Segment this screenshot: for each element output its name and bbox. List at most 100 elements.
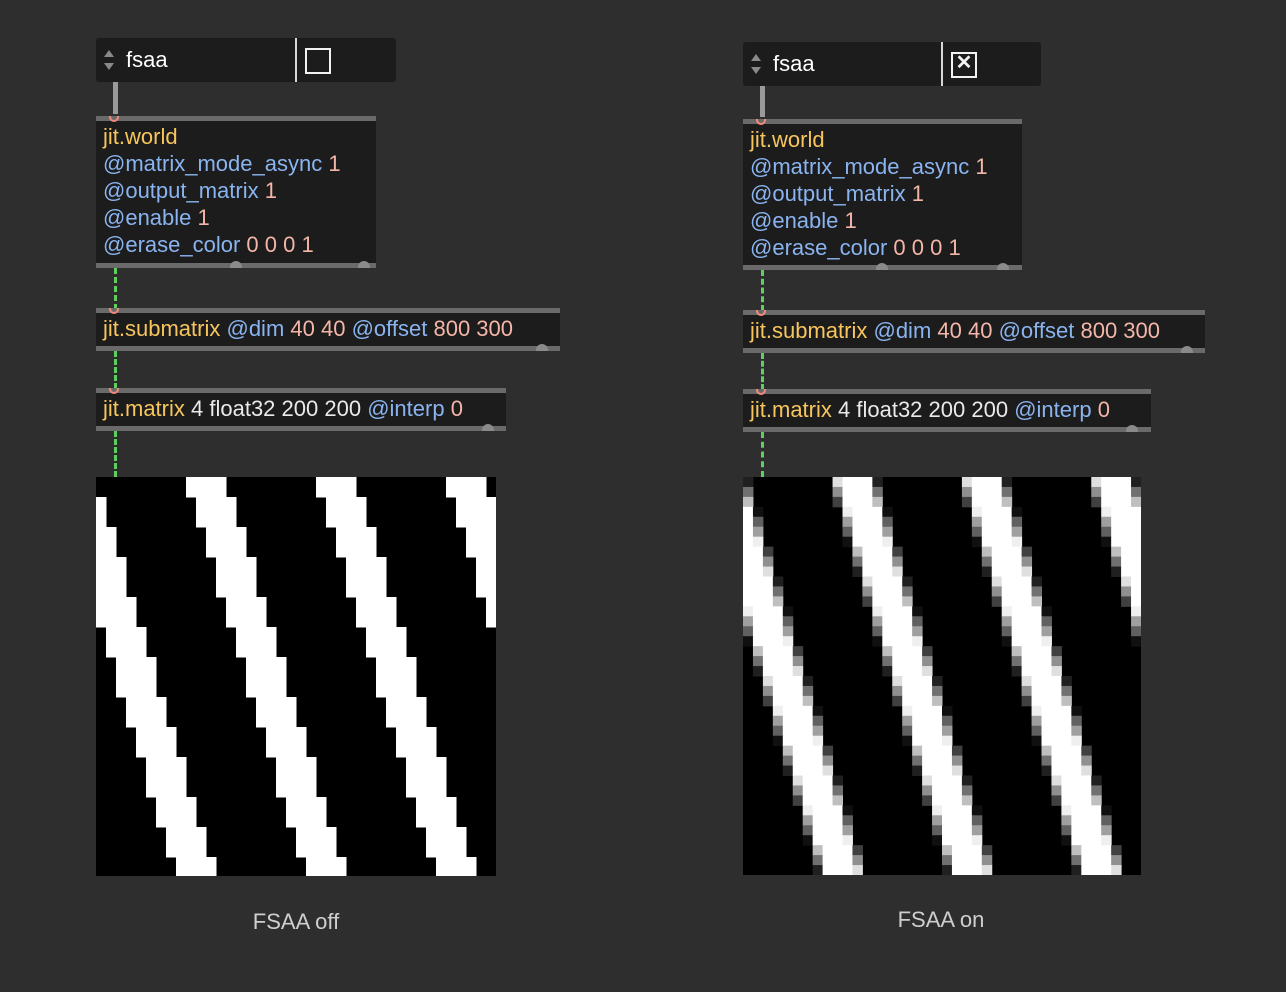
pixel-cell	[426, 847, 437, 858]
pixel-cell	[912, 636, 923, 647]
jit-matrix-object[interactable]: jit.matrix 4 float32 200 200 @interp 0	[96, 388, 506, 431]
pixel-cell	[126, 657, 137, 668]
outlet-icon[interactable]	[230, 261, 242, 268]
pixel-cell	[406, 747, 417, 758]
pixel-cell	[961, 775, 973, 786]
pixel-cell	[991, 576, 1003, 587]
pixel-cell	[356, 607, 367, 618]
pixel-cell	[256, 697, 267, 708]
pixel-cell	[216, 587, 227, 598]
pixel-cell	[812, 725, 824, 737]
pixel-cell	[1061, 725, 1072, 737]
pixel-cell	[206, 547, 217, 558]
outlet-icon[interactable]	[482, 424, 494, 431]
outlet-icon[interactable]	[876, 263, 888, 270]
pixel-cell	[106, 567, 117, 578]
outlet-icon[interactable]	[997, 263, 1009, 270]
pixel-cell	[942, 815, 953, 826]
pixel-cell	[852, 865, 863, 875]
pixel-cell	[486, 577, 496, 588]
pixel-cell	[842, 526, 853, 538]
pixel-cell	[842, 506, 853, 518]
pixel-cell	[961, 805, 973, 816]
patch-cord	[761, 432, 764, 477]
pixel-cell	[376, 627, 387, 638]
pixel-cell	[126, 607, 137, 618]
outlet-icon[interactable]	[358, 261, 370, 268]
jit-matrix-object[interactable]: jit.matrix 4 float32 200 200 @interp 0	[743, 389, 1151, 432]
pixel-cell	[246, 567, 257, 578]
pixel-cell	[406, 667, 417, 678]
fsaa-toggle-checkbox[interactable]	[305, 48, 331, 74]
pixel-cell	[396, 647, 407, 658]
jit-world-object[interactable]: jit.world @matrix_mode_async 1 @output_m…	[96, 116, 376, 268]
pixel-cell	[126, 647, 137, 658]
pixel-cell	[772, 606, 784, 617]
pixel-cell	[376, 577, 387, 588]
pixel-cell	[832, 835, 843, 846]
pixel-cell	[1031, 656, 1042, 667]
outlet-icon[interactable]	[1181, 346, 1193, 353]
pixel-cell	[1091, 865, 1102, 875]
pixel-cell	[276, 657, 287, 668]
attr-value: 1	[911, 181, 924, 206]
pixel-cell	[981, 865, 993, 875]
pixel-cell	[1011, 536, 1023, 548]
jit-submatrix-object[interactable]: jit.submatrix @dim 40 40 @offset 800 300	[743, 310, 1205, 353]
pixel-cell	[1001, 516, 1013, 528]
pixel-cell	[1061, 815, 1072, 826]
attr-name: @erase_color	[750, 235, 888, 260]
pixel-cell	[126, 677, 137, 688]
pixel-cell	[752, 636, 764, 647]
pixel-cell	[276, 747, 287, 758]
pixel-cell	[772, 705, 784, 717]
pixel-cell	[146, 687, 157, 698]
pixel-cell	[792, 676, 804, 687]
pixel-cell	[1101, 526, 1112, 538]
pixel-cell	[1121, 556, 1132, 568]
stepper-arrows-icon[interactable]	[103, 48, 115, 72]
attr-value: 0 0 0 1	[893, 235, 961, 260]
outlet-icon[interactable]	[1126, 425, 1138, 432]
pixel-cell	[306, 797, 317, 808]
pixel-cell	[216, 577, 227, 588]
fsaa-attrui[interactable]: fsaa	[96, 38, 396, 82]
pixel-cell	[306, 777, 317, 788]
pixel-cell	[912, 616, 923, 627]
jit-submatrix-object[interactable]: jit.submatrix @dim 40 40 @offset 800 300	[96, 308, 560, 351]
pixel-cell	[226, 507, 237, 518]
pixel-cell	[792, 705, 804, 717]
pixel-cell	[1011, 616, 1023, 627]
pixel-cell	[812, 775, 824, 786]
pixel-cell	[1101, 815, 1112, 826]
pixel-cell	[812, 755, 824, 767]
pixel-cell	[436, 857, 447, 868]
outlet-icon[interactable]	[536, 344, 548, 351]
pixel-cell	[743, 516, 754, 528]
stepper-arrows-icon[interactable]	[750, 52, 762, 76]
pixel-cell	[1071, 715, 1082, 727]
pixel-cell	[971, 526, 983, 538]
pixel-cell	[1001, 586, 1013, 597]
attr-name: @interp	[367, 396, 445, 421]
pixel-cell	[932, 785, 943, 796]
fsaa-attrui[interactable]: fsaa ✕	[743, 42, 1041, 86]
pixel-cell	[812, 705, 824, 717]
pixel-cell	[226, 537, 237, 548]
pixel-cell	[116, 607, 127, 618]
pixel-cell	[752, 506, 764, 518]
pixel-cell	[196, 487, 207, 498]
jit-world-object[interactable]: jit.world @matrix_mode_async 1 @output_m…	[743, 119, 1022, 270]
pixel-cell	[822, 865, 834, 875]
fsaa-toggle-checkbox[interactable]: ✕	[951, 52, 977, 78]
pixel-cell	[842, 855, 853, 866]
pixel-cell	[226, 527, 237, 538]
pixel-cell	[476, 577, 487, 588]
patch-cord	[114, 431, 117, 477]
pixel-cell	[356, 547, 367, 558]
pixel-cell	[772, 586, 784, 597]
pixel-cell	[1131, 486, 1141, 498]
pixel-cell	[1021, 556, 1033, 568]
pixel-cell	[782, 656, 794, 667]
pixel-cell	[436, 867, 447, 876]
